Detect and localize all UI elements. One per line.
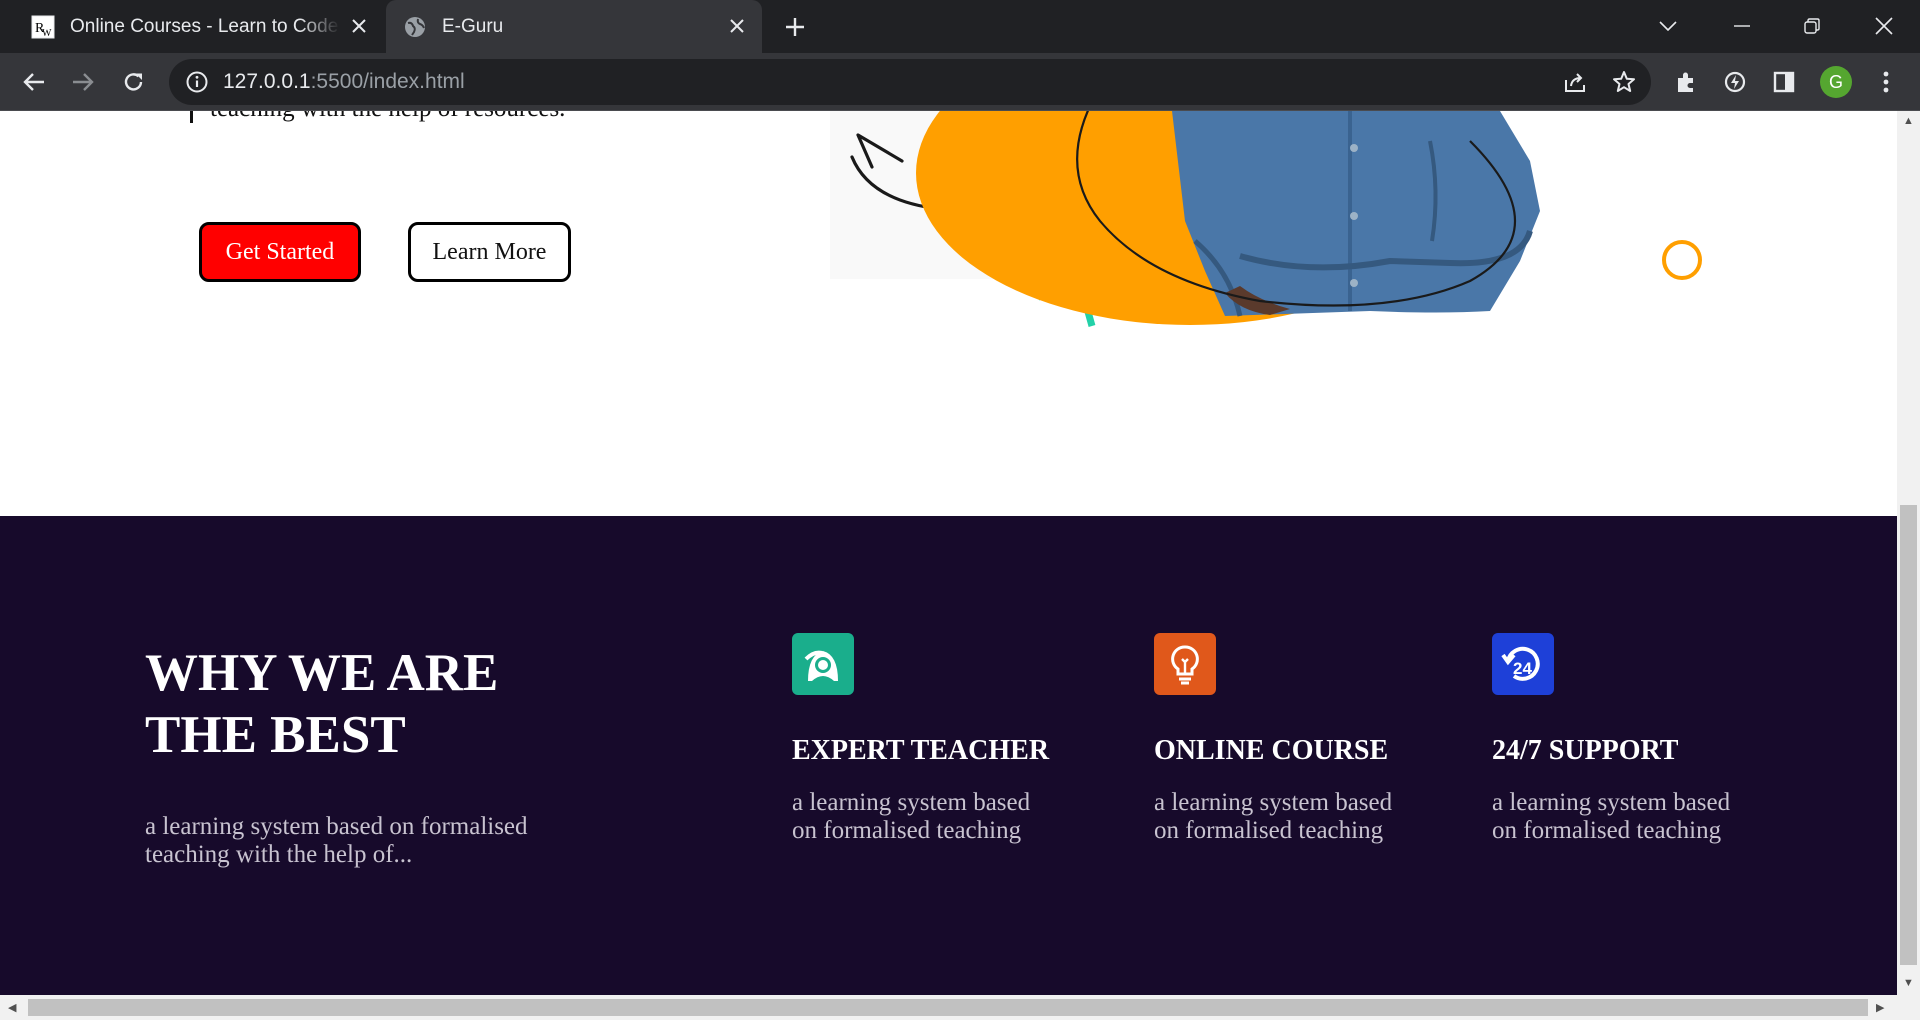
hero-partial-text: teaching with the help of resources. bbox=[210, 111, 565, 123]
feature-expert-teacher: EXPERT TEACHER a learning system based o… bbox=[792, 633, 1092, 845]
new-tab-button[interactable] bbox=[778, 10, 812, 44]
vertical-scrollbar[interactable]: ▲ ▼ bbox=[1897, 111, 1920, 995]
back-icon[interactable] bbox=[15, 63, 53, 101]
tab-title: E-Guru bbox=[442, 15, 504, 37]
close-icon[interactable] bbox=[346, 13, 372, 39]
tab-online-courses[interactable]: RW Online Courses - Learn to Code Anywhe… bbox=[14, 0, 384, 53]
feature-description: a learning system based on formalised te… bbox=[1154, 789, 1393, 844]
feature-title: EXPERT TEACHER bbox=[792, 735, 1050, 766]
profile-avatar[interactable]: G bbox=[1820, 66, 1852, 98]
url-path: :5500/index.html bbox=[310, 70, 465, 93]
scroll-left-icon[interactable]: ◀ bbox=[8, 1001, 16, 1014]
hero-text-rule bbox=[190, 111, 193, 123]
why-section: WHY WE ARE THE BEST a learning system ba… bbox=[0, 516, 1897, 995]
scroll-down-icon[interactable]: ▼ bbox=[1903, 977, 1914, 989]
feature-description: a learning system based on formalised te… bbox=[1492, 789, 1731, 844]
site-info-icon[interactable] bbox=[185, 70, 209, 99]
feature-description: a learning system based on formalised te… bbox=[792, 789, 1031, 844]
svg-text:24: 24 bbox=[1513, 659, 1532, 678]
feature-support: 24 24/7 SUPPORT a learning system based … bbox=[1492, 633, 1792, 845]
why-title: WHY WE ARE THE BEST bbox=[145, 644, 499, 764]
menu-kebab-icon[interactable] bbox=[1867, 63, 1905, 101]
close-icon[interactable] bbox=[724, 13, 750, 39]
tab-strip: RW Online Courses - Learn to Code Anywhe… bbox=[0, 0, 1920, 53]
url-host: 127.0.0.1 bbox=[223, 70, 311, 93]
hero-illustration bbox=[830, 111, 1702, 327]
get-started-button[interactable]: Get Started bbox=[199, 222, 361, 282]
tab-e-guru[interactable]: E-Guru bbox=[386, 0, 762, 53]
close-window-icon[interactable] bbox=[1864, 8, 1904, 44]
horizontal-scroll-thumb[interactable] bbox=[28, 999, 1868, 1016]
globe-icon bbox=[402, 14, 428, 40]
scroll-up-icon[interactable]: ▲ bbox=[1903, 115, 1914, 127]
svg-text:W: W bbox=[42, 28, 52, 39]
lightbulb-icon bbox=[1154, 633, 1216, 695]
side-panel-icon[interactable] bbox=[1765, 63, 1803, 101]
page-viewport: teaching with the help of resources. Get… bbox=[0, 111, 1897, 995]
feature-title: ONLINE COURSE bbox=[1154, 735, 1389, 766]
why-description: a learning system based on formalised te… bbox=[145, 813, 528, 868]
support-24-icon: 24 bbox=[1492, 633, 1554, 695]
tab-title: Online Courses - Learn to Code Anywhere bbox=[70, 15, 340, 37]
performance-icon[interactable] bbox=[1716, 63, 1754, 101]
address-bar[interactable]: 127.0.0.1:5500/index.html bbox=[169, 59, 1651, 105]
horizontal-scrollbar[interactable]: ◀ ▶ bbox=[0, 995, 1920, 1020]
share-icon[interactable] bbox=[1556, 63, 1594, 101]
feature-title: 24/7 SUPPORT bbox=[1492, 735, 1679, 766]
orange-ring bbox=[1662, 240, 1702, 280]
feature-online-course: ONLINE COURSE a learning system based on… bbox=[1154, 633, 1454, 845]
bookmark-star-icon[interactable] bbox=[1605, 63, 1643, 101]
vertical-scroll-thumb[interactable] bbox=[1900, 505, 1917, 965]
person-photo bbox=[1172, 111, 1540, 317]
site-logo-icon: RW bbox=[30, 14, 56, 40]
scroll-right-icon[interactable]: ▶ bbox=[1876, 1001, 1884, 1014]
url-text[interactable]: 127.0.0.1:5500/index.html bbox=[223, 70, 465, 94]
minimize-icon[interactable] bbox=[1722, 8, 1762, 44]
tab-search-icon[interactable] bbox=[1648, 8, 1688, 44]
extensions-icon[interactable] bbox=[1667, 63, 1705, 101]
learn-more-button[interactable]: Learn More bbox=[408, 222, 571, 282]
forward-icon[interactable] bbox=[64, 63, 102, 101]
reload-icon[interactable] bbox=[115, 63, 153, 101]
teacher-icon bbox=[792, 633, 854, 695]
restore-icon[interactable] bbox=[1792, 8, 1832, 44]
browser-toolbar: 127.0.0.1:5500/index.html G bbox=[0, 53, 1920, 111]
